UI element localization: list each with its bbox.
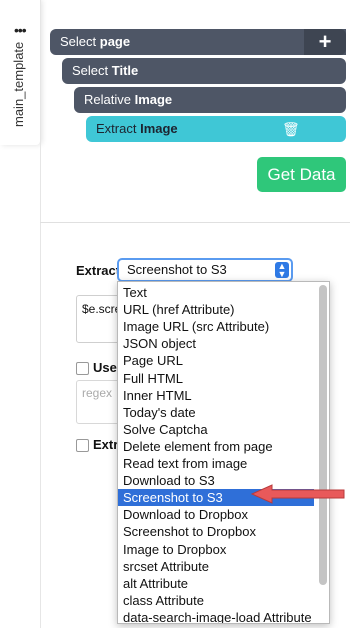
dropdown-option[interactable]: Solve Captcha (118, 421, 314, 438)
chain-step-extract-image[interactable]: Extract Image 🗑 (86, 116, 346, 142)
chain-verb: Select (72, 63, 109, 78)
chain-step-select-title[interactable]: Select Title (62, 58, 346, 84)
dropdown-option[interactable]: data-search-image-load Attribute (118, 609, 314, 623)
template-tab-label: main_template (11, 42, 26, 128)
scrollbar-thumb[interactable] (319, 285, 327, 585)
annotation-arrow-icon (250, 484, 345, 504)
dropdown-option[interactable]: URL (href Attribute) (118, 301, 314, 318)
dropdown-option[interactable]: srcset Attribute (118, 558, 314, 575)
dropdown-scrollbar[interactable] (319, 285, 327, 620)
dropdown-option[interactable]: Download to Dropbox (118, 506, 314, 523)
get-data-button[interactable]: Get Data (257, 157, 346, 192)
dropdown-option[interactable]: Delete element from page (118, 438, 314, 455)
add-icon[interactable]: + (304, 29, 346, 55)
extract-type-select[interactable]: Screenshot to S3 ▲ ▼ (117, 258, 293, 282)
chain-verb: Relative (84, 92, 131, 107)
chain-target: page (99, 34, 131, 49)
dropdown-option[interactable]: Today's date (118, 404, 314, 421)
trash-icon[interactable]: 🗑 (282, 116, 300, 142)
dropdown-option[interactable]: Read text from image (118, 455, 314, 472)
dropdown-option[interactable]: alt Attribute (118, 575, 314, 592)
chain-verb: Select (60, 34, 97, 49)
dropdown-option[interactable]: Screenshot to Dropbox (118, 523, 314, 540)
dropdown-option[interactable]: Full HTML (118, 370, 314, 387)
dropdown-option[interactable]: class Attribute (118, 592, 314, 609)
dropdown-option[interactable]: Inner HTML (118, 387, 314, 404)
dropdown-option[interactable]: JSON object (118, 335, 314, 352)
chain-step-relative-image[interactable]: Relative Image (74, 87, 346, 113)
dropdown-option[interactable]: Image URL (src Attribute) (118, 318, 314, 335)
use-regex-checkbox[interactable] (76, 362, 89, 375)
chain-target: Image (140, 121, 178, 136)
chain-target: Title (111, 63, 139, 78)
menu-dots-icon[interactable]: ••• (14, 23, 27, 37)
dropdown-option[interactable]: Page URL (118, 352, 314, 369)
extract-label: Extract (76, 263, 121, 278)
section-divider (40, 222, 350, 223)
chain-step-select-page[interactable]: Select page + (50, 29, 346, 55)
dropdown-option[interactable]: Image to Dropbox (118, 541, 314, 558)
template-tab[interactable]: ••• main_template (0, 0, 40, 145)
extract-type-value: Screenshot to S3 (127, 262, 227, 277)
dropdown-option[interactable]: Text (118, 284, 314, 301)
select-chevron-icon: ▲ ▼ (275, 262, 289, 279)
extract-type-dropdown[interactable]: Text URL (href Attribute) Image URL (src A… (117, 281, 330, 624)
panel-divider (40, 0, 41, 628)
extra-checkbox[interactable] (76, 439, 89, 452)
chain-verb: Extract (96, 121, 137, 136)
chain-target: Image (134, 92, 173, 107)
